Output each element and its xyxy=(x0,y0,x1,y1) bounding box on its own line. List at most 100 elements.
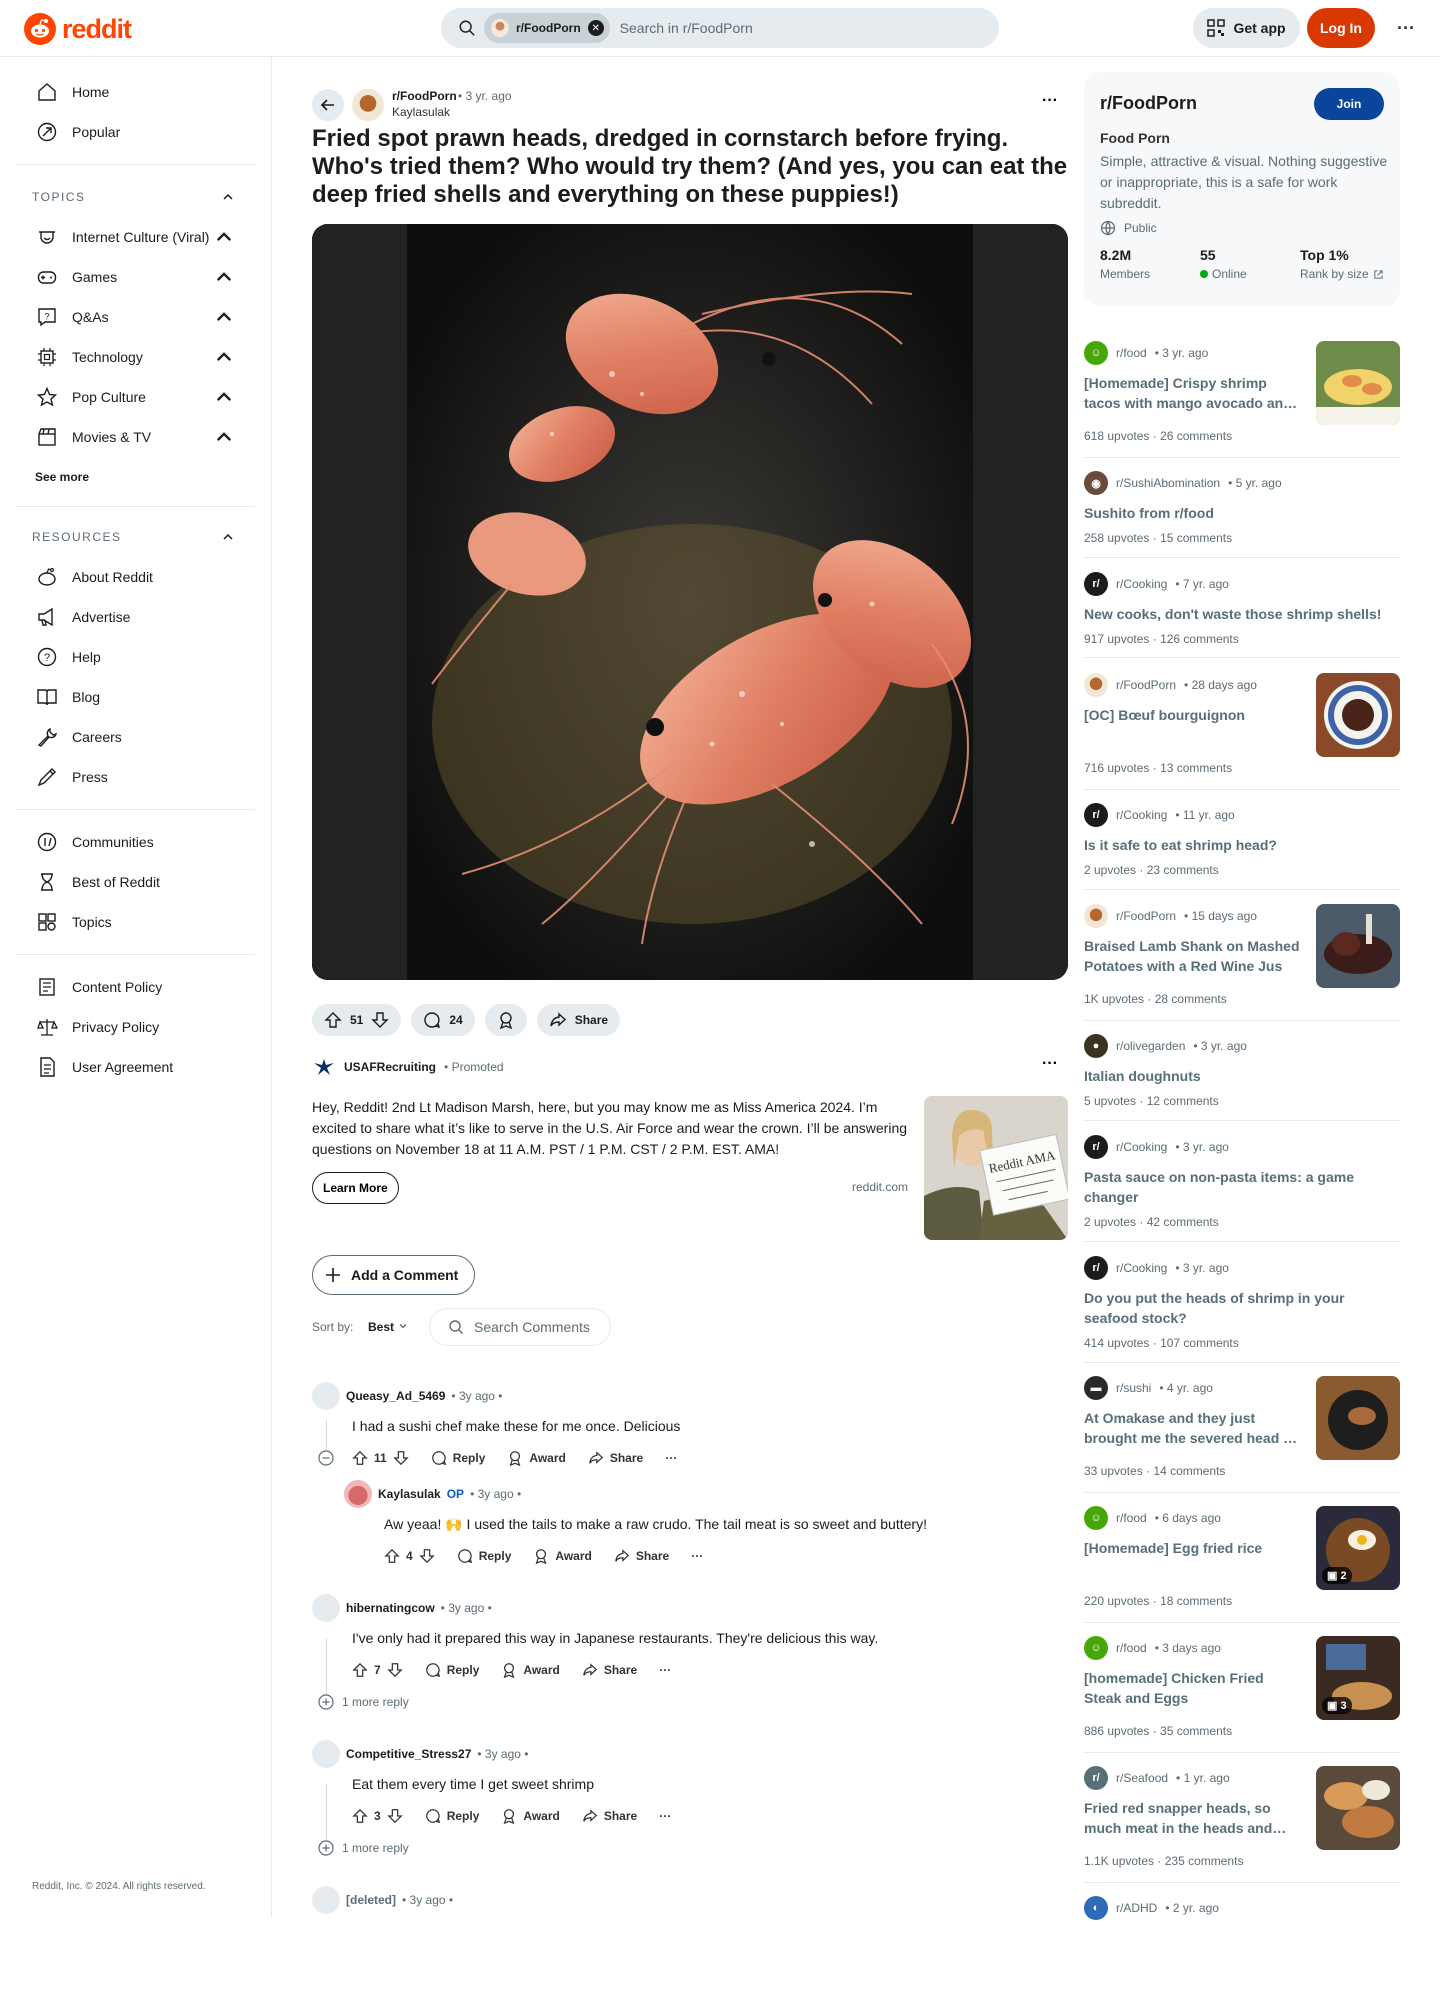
related-thumbnail[interactable] xyxy=(1316,341,1400,425)
award-button[interactable]: Award xyxy=(501,1662,560,1678)
related-subreddit[interactable]: r/food xyxy=(1116,1511,1147,1525)
nav-about-reddit[interactable]: About Reddit xyxy=(16,557,255,597)
collapse-thread-icon[interactable] xyxy=(318,1450,334,1466)
downvote-icon[interactable] xyxy=(386,1662,403,1678)
search-scope-chip[interactable]: r/FoodPorn ✕ xyxy=(484,13,610,43)
nav-popular[interactable]: Popular xyxy=(16,112,255,152)
nav-communities[interactable]: Communities xyxy=(16,822,255,862)
topics-section-header[interactable]: TOPICS xyxy=(16,177,255,217)
nav-topics[interactable]: Topics xyxy=(16,902,255,942)
post-overflow-icon[interactable]: ··· xyxy=(1042,92,1058,110)
search-bar[interactable]: r/FoodPorn ✕ Search in r/FoodPorn xyxy=(441,8,999,48)
related-post[interactable]: r/r/Cooking • 7 yr. ago New cooks, don't … xyxy=(1084,572,1400,658)
related-title[interactable]: At Omakase and they just brought me the … xyxy=(1084,1408,1304,1448)
share-button[interactable]: Share xyxy=(582,1808,637,1824)
related-title[interactable]: [homemade] Chicken Fried Steak and Eggs xyxy=(1084,1668,1304,1708)
see-more-link[interactable]: See more xyxy=(35,470,89,484)
nav-help[interactable]: ? Help xyxy=(16,637,255,677)
downvote-icon[interactable] xyxy=(418,1548,435,1564)
nav-content-policy[interactable]: Content Policy xyxy=(16,967,255,1007)
learn-more-button[interactable]: Learn More xyxy=(312,1172,399,1204)
share-button[interactable]: Share xyxy=(588,1450,643,1466)
related-post[interactable]: r/r/Cooking • 11 yr. ago Is it safe to ea… xyxy=(1084,803,1400,890)
add-comment-button[interactable]: Add a Comment xyxy=(312,1255,476,1295)
reply-button[interactable]: Reply xyxy=(457,1548,511,1564)
related-post[interactable]: ☺ r/food • 3 yr. ago [Homemade] Crispy shr… xyxy=(1084,341,1400,458)
award-button[interactable]: Award xyxy=(533,1548,592,1564)
related-post[interactable]: ☺ r/food • 3 days ago [homemade] Chicken F… xyxy=(1084,1636,1400,1753)
share-button[interactable]: Share xyxy=(536,1004,621,1036)
comment-author[interactable]: Queasy_Ad_5469 xyxy=(346,1389,445,1403)
nav-home[interactable]: Home xyxy=(16,72,255,112)
more-replies-link[interactable]: 1 more reply xyxy=(318,1840,409,1856)
related-thumbnail[interactable] xyxy=(1316,673,1400,757)
subreddit-avatar[interactable] xyxy=(352,89,384,121)
award-button[interactable]: Award xyxy=(507,1450,566,1466)
related-subreddit[interactable]: r/SushiAbomination xyxy=(1116,476,1220,490)
nav-press[interactable]: Press xyxy=(16,757,255,797)
downvote-icon[interactable] xyxy=(392,1450,409,1466)
comment-more-icon[interactable]: ··· xyxy=(659,1809,671,1823)
related-post[interactable]: r/FoodPorn • 15 days ago Braised Lamb Sha… xyxy=(1084,904,1400,1021)
topic-pop-culture[interactable]: Pop Culture xyxy=(16,377,255,417)
related-subreddit[interactable]: r/ADHD xyxy=(1116,1901,1157,1915)
upvote-icon[interactable] xyxy=(352,1808,368,1824)
related-post[interactable]: ◐ r/ADHD • 2 yr. ago xyxy=(1084,1896,1400,1926)
more-replies-link[interactable]: 1 more reply xyxy=(318,1694,409,1710)
comment-author[interactable]: hibernatingcow xyxy=(346,1601,435,1615)
related-subreddit[interactable]: r/food xyxy=(1116,1641,1147,1655)
related-title[interactable]: Pasta sauce on non-pasta items: a game c… xyxy=(1084,1167,1394,1207)
related-title[interactable]: Italian doughnuts xyxy=(1084,1066,1394,1086)
upvote-icon[interactable] xyxy=(352,1662,368,1678)
related-post[interactable]: ☺ r/food • 6 days ago [Homemade] Egg fried… xyxy=(1084,1506,1400,1623)
related-title[interactable]: Fried red snapper heads, so much meat in… xyxy=(1084,1798,1304,1838)
related-subreddit[interactable]: r/sushi xyxy=(1116,1381,1151,1395)
nav-careers[interactable]: Careers xyxy=(16,717,255,757)
nav-user-agreement[interactable]: User Agreement xyxy=(16,1047,255,1087)
login-button[interactable]: Log In xyxy=(1307,8,1375,48)
related-post[interactable]: ▬ r/sushi • 4 yr. ago At Omakase and they … xyxy=(1084,1376,1400,1493)
avatar[interactable] xyxy=(344,1480,372,1508)
related-thumbnail[interactable] xyxy=(1316,1376,1400,1460)
related-post[interactable]: r/r/Cooking • 3 yr. ago Pasta sauce on no… xyxy=(1084,1135,1400,1242)
nav-advertise[interactable]: Advertise xyxy=(16,597,255,637)
avatar[interactable] xyxy=(312,1886,340,1914)
rank-link[interactable]: Rank by size xyxy=(1300,267,1384,281)
nav-privacy-policy[interactable]: Privacy Policy xyxy=(16,1007,255,1047)
ad-overflow-icon[interactable]: ··· xyxy=(1042,1055,1058,1073)
upvote-icon[interactable] xyxy=(324,1011,342,1029)
get-app-button[interactable]: Get app xyxy=(1193,8,1300,48)
related-subreddit[interactable]: r/Cooking xyxy=(1116,1261,1167,1275)
related-post[interactable]: ◉ r/SushiAbomination • 5 yr. ago Sushito f… xyxy=(1084,471,1400,558)
community-title[interactable]: r/FoodPorn xyxy=(1100,93,1197,114)
comment-author[interactable]: Competitive_Stress27 xyxy=(346,1747,471,1761)
reddit-logo[interactable]: reddit xyxy=(24,13,132,45)
comment-more-icon[interactable]: ··· xyxy=(665,1451,677,1465)
related-thumbnail[interactable]: ▣ 3 xyxy=(1316,1636,1400,1720)
post-subreddit-link[interactable]: r/FoodPorn xyxy=(392,89,457,103)
resources-section-header[interactable]: RESOURCES xyxy=(16,517,255,557)
ad-image[interactable]: Reddit AMA xyxy=(924,1096,1068,1240)
topic-technology[interactable]: Technology xyxy=(16,337,255,377)
share-button[interactable]: Share xyxy=(582,1662,637,1678)
topic-movies-tv[interactable]: Movies & TV xyxy=(16,417,255,457)
award-button[interactable]: Award xyxy=(501,1808,560,1824)
nav-blog[interactable]: Blog xyxy=(16,677,255,717)
comment-more-icon[interactable]: ··· xyxy=(659,1663,671,1677)
upvote-icon[interactable] xyxy=(352,1450,368,1466)
award-button[interactable] xyxy=(484,1004,527,1036)
related-subreddit[interactable]: r/food xyxy=(1116,346,1147,360)
related-title[interactable]: New cooks, don't waste those shrimp shel… xyxy=(1084,604,1394,624)
related-title[interactable]: Is it safe to eat shrimp head? xyxy=(1084,835,1394,855)
nav-best-of-reddit[interactable]: Best of Reddit xyxy=(16,862,255,902)
downvote-icon[interactable] xyxy=(371,1011,390,1029)
clear-chip-icon[interactable]: ✕ xyxy=(587,20,604,36)
topic-qas[interactable]: ? Q&As xyxy=(16,297,255,337)
share-button[interactable]: Share xyxy=(614,1548,669,1564)
related-thumbnail[interactable] xyxy=(1316,1766,1400,1850)
comment-more-icon[interactable]: ··· xyxy=(691,1549,703,1563)
topic-internet-culture[interactable]: Internet Culture (Viral) xyxy=(16,217,255,257)
sort-dropdown[interactable]: Best xyxy=(368,1320,394,1334)
related-subreddit[interactable]: r/FoodPorn xyxy=(1116,678,1176,692)
related-subreddit[interactable]: r/FoodPorn xyxy=(1116,909,1176,923)
